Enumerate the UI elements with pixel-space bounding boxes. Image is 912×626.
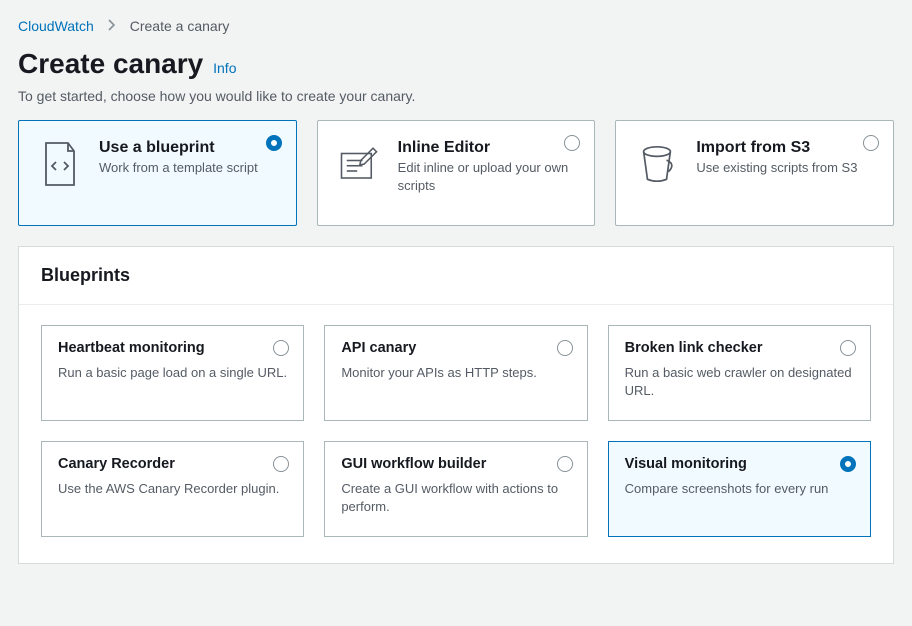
document-code-icon — [39, 143, 81, 185]
blueprint-desc: Run a basic page load on a single URL. — [58, 364, 287, 382]
blueprint-title: Heartbeat monitoring — [58, 340, 287, 356]
blueprints-grid: Heartbeat monitoring Run a basic page lo… — [41, 325, 871, 537]
blueprint-title: Canary Recorder — [58, 456, 287, 472]
blueprint-desc: Compare screenshots for every run — [625, 480, 854, 498]
radio-icon — [863, 135, 879, 151]
creation-method-group: Use a blueprint Work from a template scr… — [18, 120, 894, 226]
bucket-icon — [636, 143, 678, 185]
radio-icon — [266, 135, 282, 151]
blueprint-title: Visual monitoring — [625, 456, 854, 472]
blueprint-title: API canary — [341, 340, 570, 356]
blueprints-heading: Blueprints — [19, 247, 893, 305]
blueprint-title: Broken link checker — [625, 340, 854, 356]
tile-title: Use a blueprint — [99, 139, 276, 157]
blueprint-brokenlink[interactable]: Broken link checker Run a basic web craw… — [608, 325, 871, 421]
breadcrumb-root-link[interactable]: CloudWatch — [18, 18, 94, 34]
blueprint-desc: Create a GUI workflow with actions to pe… — [341, 480, 570, 515]
tile-desc: Use existing scripts from S3 — [696, 159, 873, 177]
blueprint-visual[interactable]: Visual monitoring Compare screenshots fo… — [608, 441, 871, 537]
chevron-right-icon — [108, 18, 116, 34]
tile-desc: Edit inline or upload your own scripts — [398, 159, 575, 194]
radio-icon — [840, 340, 856, 356]
radio-icon — [840, 456, 856, 472]
tile-title: Inline Editor — [398, 139, 575, 157]
tile-desc: Work from a template script — [99, 159, 276, 177]
blueprints-panel: Blueprints Heartbeat monitoring Run a ba… — [18, 246, 894, 564]
radio-icon — [557, 340, 573, 356]
blueprint-heartbeat[interactable]: Heartbeat monitoring Run a basic page lo… — [41, 325, 304, 421]
tile-title: Import from S3 — [696, 139, 873, 157]
creation-method-s3[interactable]: Import from S3 Use existing scripts from… — [615, 120, 894, 226]
blueprint-recorder[interactable]: Canary Recorder Use the AWS Canary Recor… — [41, 441, 304, 537]
radio-icon — [564, 135, 580, 151]
blueprint-api[interactable]: API canary Monitor your APIs as HTTP ste… — [324, 325, 587, 421]
page-title: Create canary — [18, 48, 203, 80]
blueprint-title: GUI workflow builder — [341, 456, 570, 472]
blueprint-desc: Use the AWS Canary Recorder plugin. — [58, 480, 287, 498]
blueprint-gui[interactable]: GUI workflow builder Create a GUI workfl… — [324, 441, 587, 537]
breadcrumb-current: Create a canary — [130, 18, 230, 34]
breadcrumb: CloudWatch Create a canary — [18, 18, 894, 34]
creation-method-blueprint[interactable]: Use a blueprint Work from a template scr… — [18, 120, 297, 226]
radio-icon — [557, 456, 573, 472]
blueprint-desc: Monitor your APIs as HTTP steps. — [341, 364, 570, 382]
info-link[interactable]: Info — [213, 60, 236, 76]
blueprint-desc: Run a basic web crawler on designated UR… — [625, 364, 854, 399]
creation-method-inline[interactable]: Inline Editor Edit inline or upload your… — [317, 120, 596, 226]
edit-document-icon — [338, 143, 380, 185]
page-subtitle: To get started, choose how you would lik… — [18, 88, 894, 104]
